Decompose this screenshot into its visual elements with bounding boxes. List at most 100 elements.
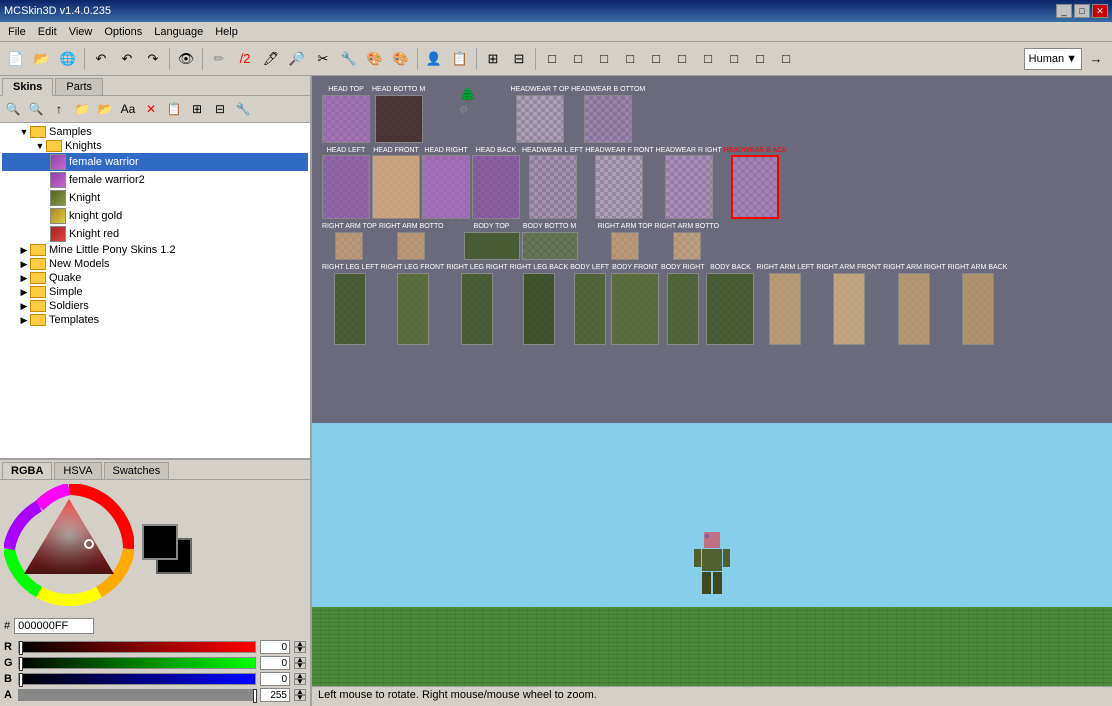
menu-language[interactable]: Language <box>148 24 209 40</box>
palette1-button[interactable]: 🎨 <box>363 47 387 71</box>
menu-view[interactable]: View <box>63 24 99 40</box>
color-tab-rgba[interactable]: RGBA <box>2 462 52 479</box>
tree-item-samples[interactable]: ▼ Samples <box>2 125 308 139</box>
tree-item-knight[interactable]: Knight <box>2 189 308 207</box>
expand-samples-icon[interactable]: ▼ <box>18 126 30 138</box>
a-input[interactable] <box>260 688 290 702</box>
grid2-skin-button[interactable]: ⊟ <box>209 98 231 120</box>
view3-button[interactable]: □ <box>592 47 616 71</box>
expand-soldiers-icon[interactable]: ▶ <box>18 300 30 312</box>
tree-item-templates[interactable]: ▶ Templates <box>2 313 308 327</box>
search-button[interactable]: 🔎 <box>285 47 309 71</box>
minimize-button[interactable]: _ <box>1056 4 1072 18</box>
new-button[interactable]: 📄 <box>4 47 28 71</box>
expand-templates-icon[interactable]: ▶ <box>18 314 30 326</box>
viewport[interactable] <box>312 423 1112 687</box>
pen-button[interactable]: 🖊 <box>259 47 283 71</box>
a-track[interactable] <box>18 689 256 701</box>
tab-skins[interactable]: Skins <box>2 78 53 96</box>
human-dropdown[interactable]: Human ▼ <box>1024 48 1082 70</box>
pencil-button[interactable]: ✏ <box>207 47 231 71</box>
view10-button[interactable]: □ <box>774 47 798 71</box>
wrench-button[interactable]: 🔧 <box>337 47 361 71</box>
add-skin-button[interactable]: 📂 <box>94 98 116 120</box>
expand-mine-pony-icon[interactable]: ▶ <box>18 244 30 256</box>
a-down-arrow[interactable]: ▼ <box>294 695 306 701</box>
eye-button[interactable]: 👁 <box>174 47 198 71</box>
upload-button[interactable]: ↑ <box>48 98 70 120</box>
add-folder-button[interactable]: 📁 <box>71 98 93 120</box>
view6-button[interactable]: □ <box>670 47 694 71</box>
settings-button[interactable]: 🔧 <box>232 98 254 120</box>
maximize-button[interactable]: □ <box>1074 4 1090 18</box>
menu-options[interactable]: Options <box>98 24 148 40</box>
b-input[interactable] <box>260 672 290 686</box>
tree-item-female-warrior[interactable]: female warrior <box>2 153 308 171</box>
skin-part-headwear-front: HEADWEAR F RONT <box>585 147 653 220</box>
export-button[interactable]: → <box>1084 47 1108 71</box>
expand-knights-icon[interactable]: ▼ <box>34 140 46 152</box>
expand-simple-icon[interactable]: ▶ <box>18 286 30 298</box>
view1-button[interactable]: □ <box>540 47 564 71</box>
undo2-button[interactable]: ↶ <box>115 47 139 71</box>
web-button[interactable]: 🌐 <box>56 47 80 71</box>
menu-edit[interactable]: Edit <box>32 24 63 40</box>
view9-button[interactable]: □ <box>748 47 772 71</box>
menu-file[interactable]: File <box>2 24 32 40</box>
toolbar-sep-2 <box>169 48 170 70</box>
tree-item-knight-red[interactable]: Knight red <box>2 225 308 243</box>
skin-part-headwear-left: HEADWEAR L EFT <box>522 147 583 220</box>
tree-item-quake[interactable]: ▶ Quake <box>2 271 308 285</box>
view2-button[interactable]: □ <box>566 47 590 71</box>
color-tab-hsva[interactable]: HSVA <box>54 462 101 479</box>
tree-label-female-warrior: female warrior <box>69 156 139 168</box>
redo-button[interactable]: ↷ <box>141 47 165 71</box>
view5-button[interactable]: □ <box>644 47 668 71</box>
tree-item-new-models[interactable]: ▶ New Models <box>2 257 308 271</box>
open-button[interactable]: 📂 <box>30 47 54 71</box>
g-down-arrow[interactable]: ▼ <box>294 663 306 669</box>
tree-item-knights[interactable]: ▼ Knights <box>2 139 308 153</box>
r-down-arrow[interactable]: ▼ <box>294 647 306 653</box>
clone-button[interactable]: 📋 <box>163 98 185 120</box>
expand-quake-icon[interactable]: ▶ <box>18 272 30 284</box>
g-input[interactable] <box>260 656 290 670</box>
rename-button[interactable]: Aa <box>117 98 139 120</box>
delete-button[interactable]: ✕ <box>140 98 162 120</box>
color-tab-swatches[interactable]: Swatches <box>104 462 170 479</box>
b-track[interactable] <box>18 673 256 685</box>
zoom-out-button[interactable]: 🔍 <box>25 98 47 120</box>
hex-input[interactable] <box>14 618 94 634</box>
foreground-color-box[interactable] <box>142 524 178 560</box>
r-input[interactable] <box>260 640 290 654</box>
skin-canvas: HEAD TOP HEAD BOTTO M <box>312 76 1112 423</box>
g-track[interactable] <box>18 657 256 669</box>
grid1-button[interactable]: ⊞ <box>481 47 505 71</box>
grid2-button[interactable]: ⊟ <box>507 47 531 71</box>
view7-button[interactable]: □ <box>696 47 720 71</box>
expand-new-models-icon[interactable]: ▶ <box>18 258 30 270</box>
tree-item-mine-pony[interactable]: ▶ Mine Little Pony Skins 1.2 <box>2 243 308 257</box>
copy-button[interactable]: 📋 <box>448 47 472 71</box>
person-button[interactable]: 👤 <box>422 47 446 71</box>
palette2-button[interactable]: 🎨 <box>389 47 413 71</box>
view4-button[interactable]: □ <box>618 47 642 71</box>
scissors-button[interactable]: ✂ <box>311 47 335 71</box>
skin-editor[interactable]: HEAD TOP HEAD BOTTO M <box>312 76 1112 423</box>
close-button[interactable]: ✕ <box>1092 4 1108 18</box>
grid-button[interactable]: ⊞ <box>186 98 208 120</box>
slash-button[interactable]: /2 <box>233 47 257 71</box>
tab-parts[interactable]: Parts <box>55 78 103 95</box>
undo-button[interactable]: ↶ <box>89 47 113 71</box>
skin-part-right-arm-front: RIGHT ARM FRONT <box>816 264 881 345</box>
b-down-arrow[interactable]: ▼ <box>294 679 306 685</box>
zoom-in-button[interactable]: 🔍 <box>2 98 24 120</box>
tree-item-knight-gold[interactable]: knight gold <box>2 207 308 225</box>
tree-item-simple[interactable]: ▶ Simple <box>2 285 308 299</box>
tree-item-female-warrior2[interactable]: female warrior2 <box>2 171 308 189</box>
view8-button[interactable]: □ <box>722 47 746 71</box>
r-track[interactable] <box>18 641 256 653</box>
menu-help[interactable]: Help <box>209 24 244 40</box>
tree-item-soldiers[interactable]: ▶ Soldiers <box>2 299 308 313</box>
color-wheel[interactable] <box>4 484 134 614</box>
